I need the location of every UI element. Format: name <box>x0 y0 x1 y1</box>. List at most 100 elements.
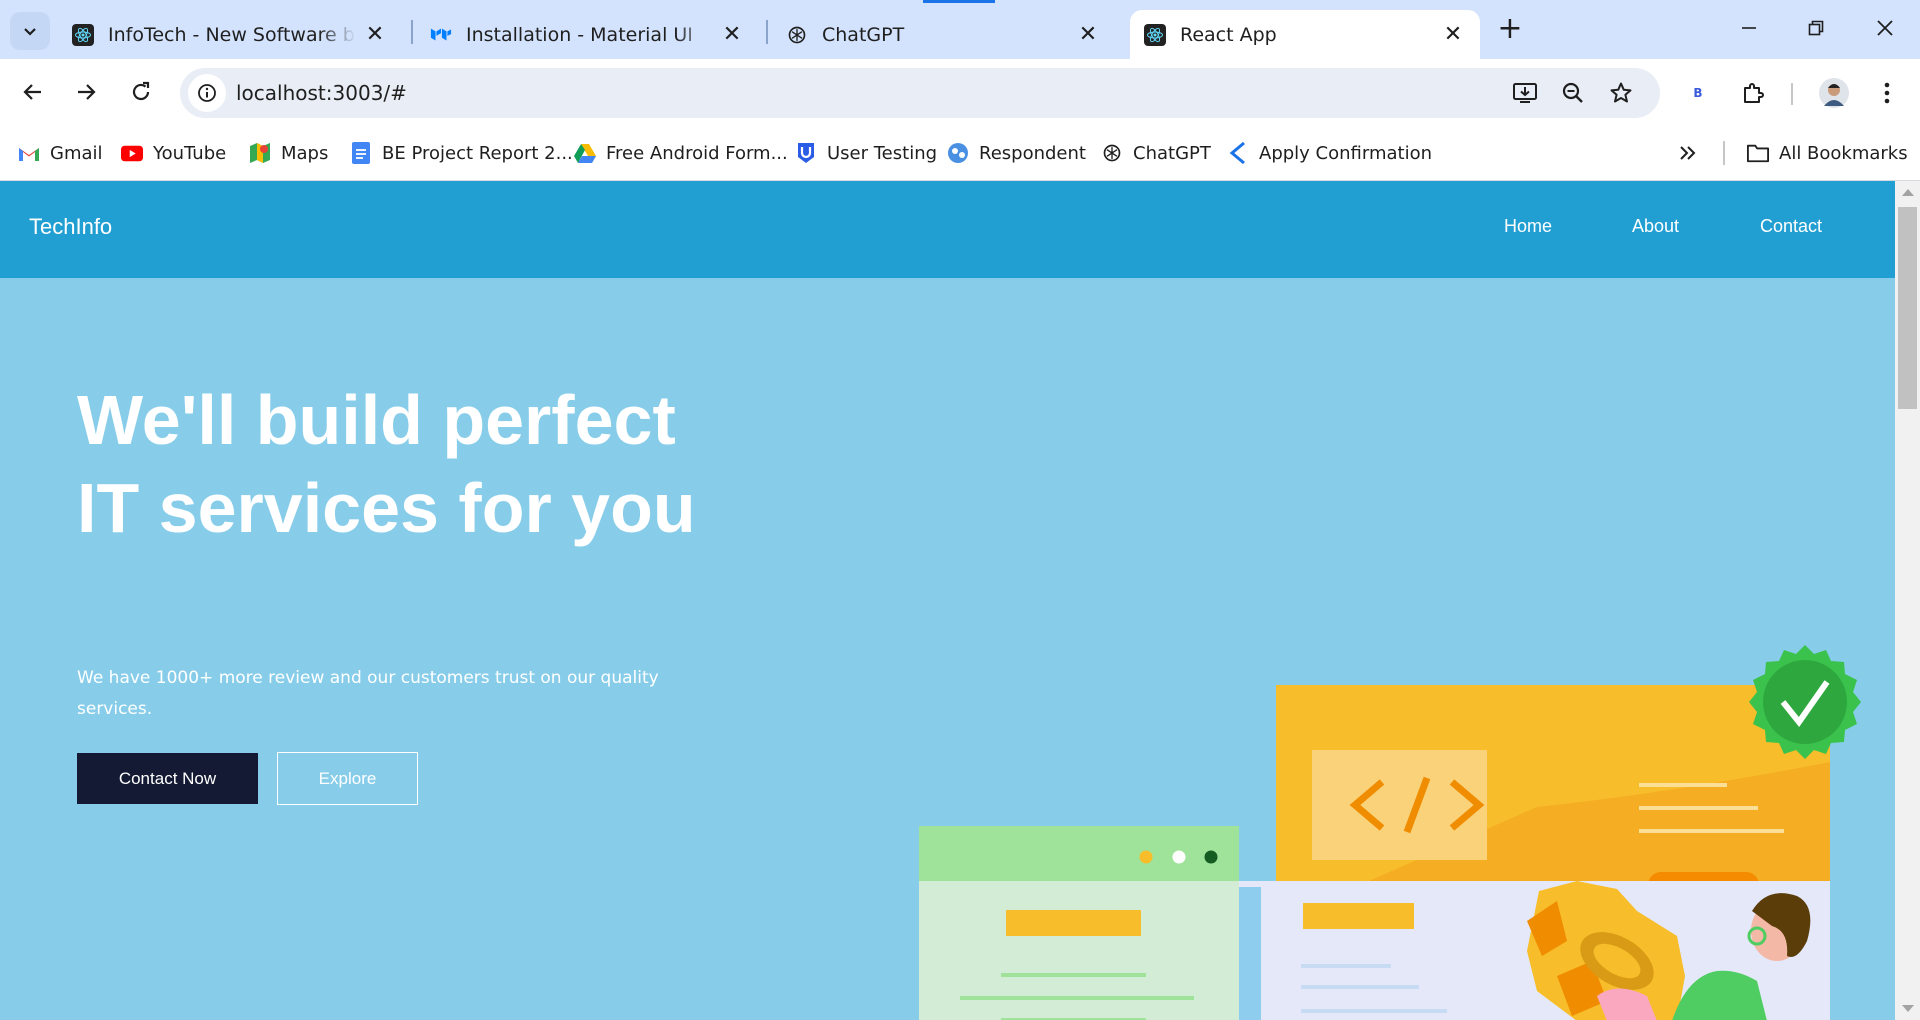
bookmark-label: All Bookmarks <box>1779 142 1908 164</box>
tab-title: React App <box>1180 23 1277 46</box>
explore-button[interactable]: Explore <box>277 752 418 805</box>
site-navbar: TechInfo Home About Contact <box>0 181 1895 278</box>
tab-infotech[interactable]: InfoTech - New Software buying ✕ <box>58 10 402 59</box>
restore-button[interactable] <box>1786 8 1846 48</box>
tab-strip: InfoTech - New Software buying ✕ Install… <box>0 0 1920 59</box>
bookmark-gmail[interactable]: Gmail <box>18 138 103 168</box>
reload-button[interactable] <box>120 71 162 113</box>
gmail-icon <box>18 142 40 164</box>
menu-button[interactable] <box>1867 73 1907 113</box>
forward-button[interactable] <box>65 71 107 113</box>
zoom-icon[interactable] <box>1556 76 1590 110</box>
extension-badge[interactable]: B <box>1678 73 1718 113</box>
back-button[interactable] <box>12 71 54 113</box>
tab-separator <box>411 20 413 44</box>
react-icon <box>1144 23 1166 46</box>
tab-title: Installation - Material UI <box>466 23 693 46</box>
browser-toolbar: localhost:3003/# B <box>0 59 1920 126</box>
bookmark-user-testing[interactable]: User Testing <box>795 138 937 168</box>
bookmark-maps[interactable]: Maps <box>249 138 328 168</box>
all-bookmarks-button[interactable]: All Bookmarks <box>1747 138 1908 168</box>
youtube-icon <box>121 142 143 164</box>
close-icon[interactable]: ✕ <box>1440 22 1466 48</box>
reload-icon <box>132 81 150 101</box>
bookmark-label: Apply Confirmation <box>1259 142 1432 164</box>
arrow-right-icon <box>78 84 96 100</box>
folder-icon <box>1747 142 1769 164</box>
apply-icon <box>1227 142 1249 164</box>
install-app-icon[interactable] <box>1508 76 1542 110</box>
minimize-button[interactable] <box>1719 8 1779 48</box>
bookmark-label: Free Android Form... <box>606 142 788 164</box>
bookmark-youtube[interactable]: YouTube <box>121 138 226 168</box>
address-bar[interactable]: localhost:3003/# <box>180 68 1660 118</box>
bookmark-free-android[interactable]: Free Android Form... <box>574 138 788 168</box>
react-icon <box>72 23 94 46</box>
site-brand[interactable]: TechInfo <box>29 214 112 240</box>
bookmark-label: Gmail <box>50 142 103 164</box>
close-icon[interactable]: ✕ <box>362 22 388 48</box>
arrow-left-icon <box>23 84 41 100</box>
tab-title: ChatGPT <box>822 23 905 46</box>
hero-subtitle: We have 1000+ more review and our custom… <box>77 668 659 719</box>
usertesting-icon <box>795 142 817 164</box>
hero-title: We'll build perfect IT services for you <box>77 381 696 547</box>
bookmark-chatgpt[interactable]: ChatGPT <box>1101 138 1211 168</box>
tab-title: InfoTech - New Software buying <box>108 23 356 46</box>
bookmarks-bar: Gmail YouTube Maps BE Project Report 2..… <box>0 126 1920 181</box>
puzzle-icon <box>1744 83 1764 103</box>
chatgpt-icon <box>1101 142 1123 164</box>
bookmark-respondent[interactable]: Respondent <box>947 138 1086 168</box>
profile-avatar[interactable] <box>1814 73 1854 113</box>
bookmark-be-project[interactable]: BE Project Report 2... <box>350 138 573 168</box>
nav-contact[interactable]: Contact <box>1760 216 1822 237</box>
close-icon <box>1877 20 1893 36</box>
bookmark-label: YouTube <box>153 142 227 164</box>
minimize-icon <box>1742 27 1756 29</box>
info-icon <box>198 84 216 102</box>
close-icon[interactable]: ✕ <box>1075 22 1101 48</box>
chevron-down-icon <box>24 28 36 36</box>
bookmark-label: User Testing <box>827 142 938 164</box>
site-info-button[interactable] <box>188 74 226 112</box>
double-chevron-right-icon <box>1680 146 1696 160</box>
new-tab-button[interactable]: + <box>1480 8 1540 48</box>
close-window-button[interactable] <box>1855 8 1915 48</box>
tab-search-button[interactable] <box>10 12 50 50</box>
tab-material-ui[interactable]: Installation - Material UI ✕ <box>416 10 759 59</box>
bookmarks-overflow-button[interactable] <box>1678 138 1698 168</box>
bookmark-label: ChatGPT <box>1133 142 1211 164</box>
bookmarks-divider <box>1723 141 1725 165</box>
extension-badge-label: B <box>1693 86 1703 100</box>
nav-about[interactable]: About <box>1632 216 1679 237</box>
restore-icon <box>1808 20 1824 36</box>
extensions-button[interactable] <box>1733 73 1773 113</box>
url-text[interactable]: localhost:3003/# <box>236 81 407 105</box>
tab-react-app[interactable]: React App ✕ <box>1130 10 1480 59</box>
tab-chatgpt[interactable]: ChatGPT ✕ <box>772 10 1115 59</box>
bookmark-star-icon[interactable] <box>1604 76 1638 110</box>
page-scrollbar[interactable] <box>1895 181 1920 1020</box>
contact-now-button[interactable]: Contact Now <box>77 753 258 804</box>
respondent-icon <box>947 142 969 164</box>
bookmark-label: Respondent <box>979 142 1086 164</box>
chatgpt-icon <box>786 24 808 46</box>
toolbar-divider <box>1791 83 1793 105</box>
loading-indicator <box>923 0 995 3</box>
tab-separator <box>766 20 768 44</box>
scroll-down-arrow[interactable] <box>1902 1005 1914 1012</box>
page-viewport: TechInfo Home About Contact We'll build … <box>0 181 1895 1020</box>
scroll-up-arrow[interactable] <box>1902 189 1914 196</box>
hero-illustration-lower <box>919 881 1830 1020</box>
bookmark-label: Maps <box>281 142 329 164</box>
close-icon[interactable]: ✕ <box>719 22 745 48</box>
nav-home[interactable]: Home <box>1504 216 1552 237</box>
mui-icon <box>430 24 452 46</box>
drive-icon <box>574 142 596 164</box>
bookmark-apply-confirmation[interactable]: Apply Confirmation <box>1227 138 1432 168</box>
avatar-icon <box>1819 78 1849 108</box>
maps-icon <box>249 142 271 164</box>
docs-icon <box>350 142 372 164</box>
bookmark-label: BE Project Report 2... <box>382 142 573 164</box>
scrollbar-thumb[interactable] <box>1898 207 1917 409</box>
